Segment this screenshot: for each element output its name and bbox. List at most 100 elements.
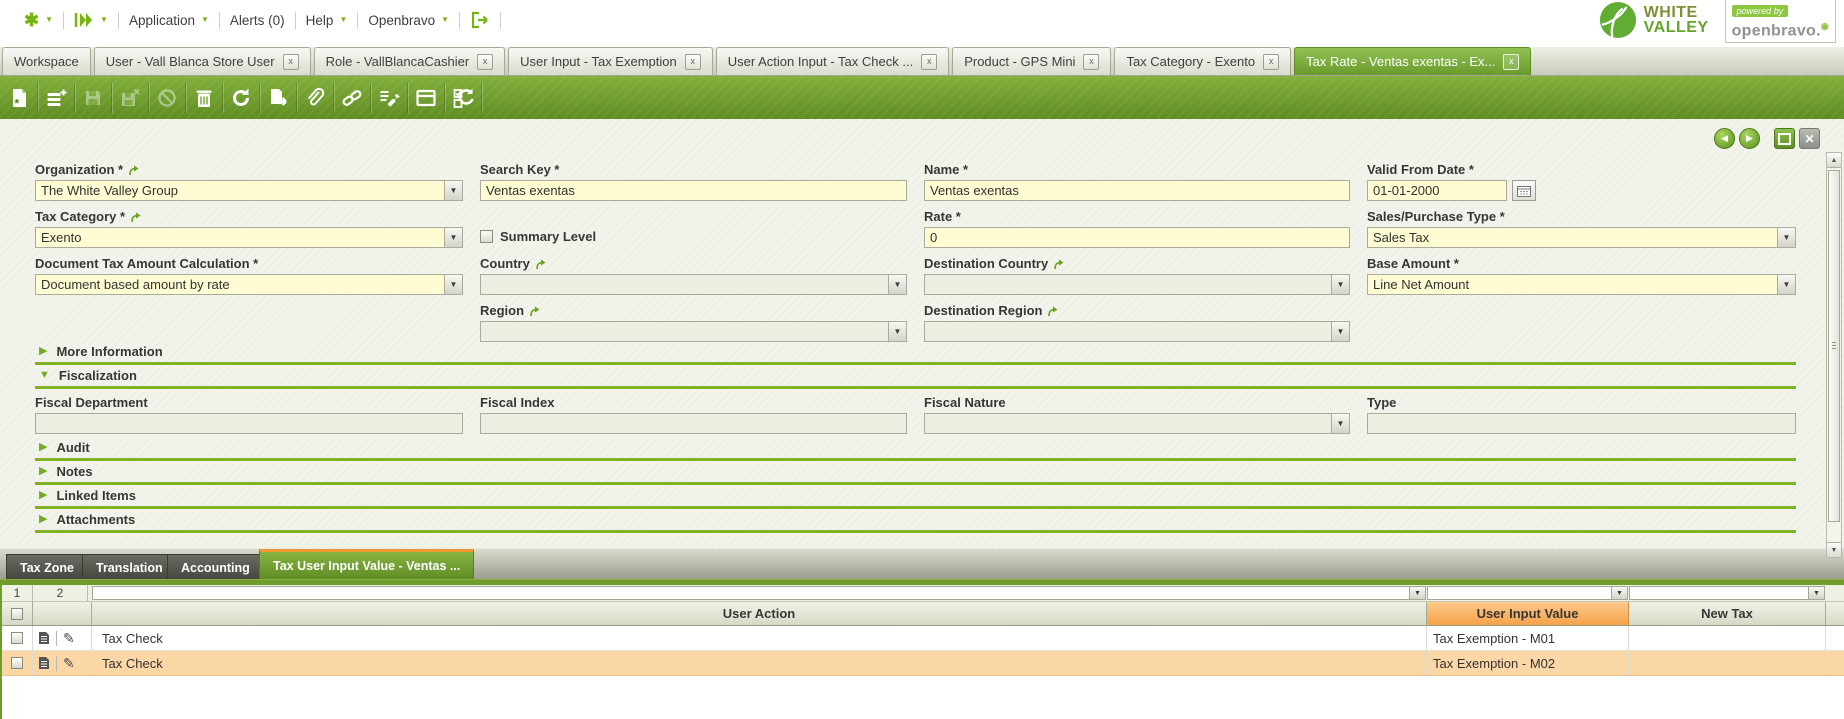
link-out-icon[interactable]	[128, 165, 139, 176]
dropdown-arrow-icon[interactable]: ▼	[1808, 587, 1824, 599]
edit-row-icon[interactable]: ✎	[63, 631, 75, 645]
calendar-button[interactable]	[1512, 180, 1536, 201]
alerts-menu[interactable]: Alerts (0)	[220, 13, 295, 28]
favorites-menu[interactable]: ✱ ▼	[14, 11, 63, 29]
tab-tax-user-input-value[interactable]: Tax User Input Value - Ventas ...	[259, 549, 475, 580]
dropdown-arrow-icon[interactable]: ▼	[1331, 322, 1349, 341]
tools-button[interactable]	[374, 83, 404, 113]
close-icon[interactable]: x	[1503, 53, 1520, 70]
link-out-icon[interactable]	[130, 212, 141, 223]
save-button[interactable]	[78, 83, 108, 113]
dropdown-arrow-icon[interactable]: ▼	[1777, 275, 1795, 294]
tab-role-vallblancacashier[interactable]: Role - VallBlancaCashier x	[313, 47, 506, 75]
tab-user-action-input-tax-check[interactable]: User Action Input - Tax Check ... x	[715, 47, 950, 75]
summary-level-checkbox-row[interactable]: Summary Level	[480, 229, 907, 244]
link-out-icon[interactable]	[1047, 306, 1058, 317]
insert-row-button[interactable]	[41, 83, 71, 113]
form-view-row-icon[interactable]	[38, 656, 50, 670]
filter-user-action[interactable]: ▼	[92, 586, 1426, 600]
link-button[interactable]	[337, 83, 367, 113]
close-icon[interactable]: x	[477, 53, 494, 70]
cell-new-tax[interactable]	[1629, 651, 1826, 675]
search-key-input[interactable]: Ventas exentas	[480, 180, 907, 201]
logout-button[interactable]	[460, 11, 500, 29]
section-notes[interactable]: ▶ Notes	[35, 464, 1796, 485]
close-icon[interactable]: x	[1263, 53, 1280, 70]
tab-tax-rate-ventas-exentas[interactable]: Tax Rate - Ventas exentas - Ex... x	[1294, 47, 1532, 75]
scrollbar-thumb[interactable]	[1828, 170, 1840, 522]
row-checkbox[interactable]	[11, 657, 23, 669]
application-menu[interactable]: Application ▼	[119, 13, 219, 28]
attachment-button[interactable]	[300, 83, 330, 113]
tab-tax-category-exento[interactable]: Tax Category - Exento x	[1114, 47, 1292, 75]
sales-purchase-type-select[interactable]: Sales Tax ▼	[1367, 227, 1796, 248]
cell-user-action[interactable]: Tax Check	[92, 626, 1427, 650]
name-input[interactable]: Ventas exentas	[924, 180, 1350, 201]
dropdown-arrow-icon[interactable]: ▼	[1331, 275, 1349, 294]
section-audit[interactable]: ▶ Audit	[35, 440, 1796, 461]
pager-cell-2[interactable]: 2	[33, 585, 88, 601]
cell-user-input-value[interactable]: Tax Exemption - M02	[1427, 651, 1629, 675]
close-icon[interactable]: x	[684, 53, 701, 70]
cell-user-action[interactable]: Tax Check	[92, 651, 1427, 675]
grid-row-2-selected[interactable]: ✎ Tax Check Tax Exemption - M02	[2, 651, 1844, 676]
column-header-new-tax[interactable]: New Tax	[1629, 602, 1826, 625]
form-view-row-icon[interactable]	[38, 631, 50, 645]
new-record-button[interactable]: *	[4, 83, 34, 113]
form-view-button[interactable]	[411, 83, 441, 113]
region-select[interactable]: ▼	[480, 321, 907, 342]
select-all-checkbox[interactable]	[11, 607, 23, 620]
tab-user-input-tax-exemption[interactable]: User Input - Tax Exemption x	[508, 47, 713, 75]
close-icon[interactable]: x	[1083, 53, 1100, 70]
dropdown-arrow-icon[interactable]: ▼	[1777, 228, 1795, 247]
tab-product-gps-mini[interactable]: Product - GPS Mini x	[952, 47, 1112, 75]
close-form-button[interactable]: ✕	[1799, 128, 1820, 149]
refresh-grid-button[interactable]	[448, 83, 478, 113]
scroll-up-button[interactable]: ▲	[1827, 153, 1841, 168]
cell-new-tax[interactable]	[1629, 626, 1826, 650]
organization-select[interactable]: The White Valley Group ▼	[35, 180, 463, 201]
save-and-close-button[interactable]	[115, 83, 145, 113]
valid-from-date-input[interactable]: 01-01-2000	[1367, 180, 1507, 201]
fiscal-index-input[interactable]	[480, 413, 907, 434]
link-out-icon[interactable]	[1053, 259, 1064, 270]
dropdown-arrow-icon[interactable]: ▼	[888, 275, 906, 294]
column-header-user-action[interactable]: User Action	[92, 602, 1427, 625]
close-icon[interactable]: x	[921, 53, 938, 70]
filter-new-tax[interactable]: ▼	[1629, 586, 1825, 600]
quick-launch-menu[interactable]: ▼	[64, 12, 118, 28]
maximize-button[interactable]	[1774, 128, 1795, 149]
export-button[interactable]	[263, 83, 293, 113]
row-checkbox[interactable]	[11, 632, 23, 644]
dropdown-arrow-icon[interactable]: ▼	[1331, 414, 1349, 433]
dropdown-arrow-icon[interactable]: ▼	[1611, 587, 1627, 599]
fiscal-nature-select[interactable]: ▼	[924, 413, 1350, 434]
destination-country-select[interactable]: ▼	[924, 274, 1350, 295]
type-input[interactable]	[1367, 413, 1796, 434]
refresh-button[interactable]	[226, 83, 256, 113]
help-menu[interactable]: Help ▼	[296, 13, 358, 28]
section-fiscalization[interactable]: ▼ Fiscalization	[35, 368, 1796, 389]
dropdown-arrow-icon[interactable]: ▼	[444, 228, 462, 247]
fiscal-department-input[interactable]	[35, 413, 463, 434]
link-out-icon[interactable]	[529, 306, 540, 317]
column-header-user-input-value[interactable]: User Input Value	[1427, 602, 1629, 625]
document-tax-amount-calculation-select[interactable]: Document based amount by rate ▼	[35, 274, 463, 295]
delete-button[interactable]	[189, 83, 219, 113]
select-all-header[interactable]	[2, 602, 33, 625]
tax-category-select[interactable]: Exento ▼	[35, 227, 463, 248]
tab-accounting[interactable]: Accounting	[167, 554, 264, 580]
base-amount-select[interactable]: Line Net Amount ▼	[1367, 274, 1796, 295]
cell-user-input-value[interactable]: Tax Exemption - M01	[1427, 626, 1629, 650]
summary-level-checkbox[interactable]	[480, 230, 493, 243]
link-out-icon[interactable]	[535, 259, 546, 270]
section-attachments[interactable]: ▶ Attachments	[35, 512, 1796, 533]
dropdown-arrow-icon[interactable]: ▼	[444, 275, 462, 294]
openbravo-menu[interactable]: Openbravo ▼	[358, 13, 459, 28]
section-more-information[interactable]: ▶ More Information	[35, 344, 1796, 365]
scroll-down-button[interactable]: ▼	[1827, 542, 1841, 557]
dropdown-arrow-icon[interactable]: ▼	[1409, 587, 1425, 599]
section-linked-items[interactable]: ▶ Linked Items	[35, 488, 1796, 509]
dropdown-arrow-icon[interactable]: ▼	[888, 322, 906, 341]
rate-input[interactable]: 0	[924, 227, 1350, 248]
